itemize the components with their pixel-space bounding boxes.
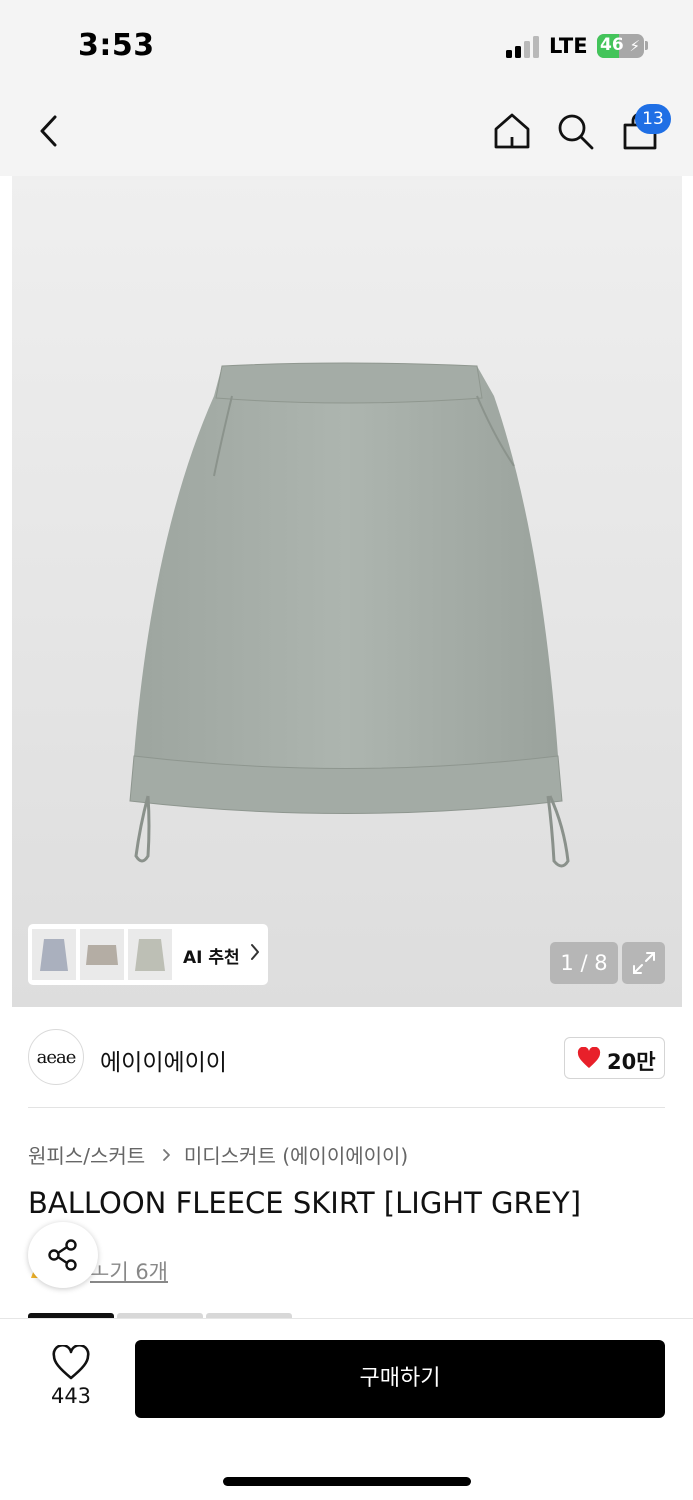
recommend-thumbnail[interactable]	[32, 929, 76, 980]
home-icon	[494, 113, 530, 149]
review-link[interactable]: ㅗ기 6개	[90, 1256, 168, 1286]
search-button[interactable]	[552, 108, 598, 154]
status-time: 3:53	[78, 28, 155, 63]
home-button[interactable]	[489, 108, 535, 154]
ai-recommend-panel[interactable]: AI 추천	[28, 924, 268, 985]
brand-like-button[interactable]: 20만	[564, 1037, 665, 1079]
product-image-carousel[interactable]: AI 추천 1 / 8	[12, 176, 682, 1007]
heart-filled-icon	[577, 1047, 601, 1068]
brand-logo[interactable]: aeae	[28, 1029, 84, 1085]
share-button[interactable]	[28, 1222, 98, 1288]
breadcrumb-item[interactable]: 원피스/스커트	[28, 1140, 145, 1169]
divider	[28, 1107, 665, 1108]
buy-button[interactable]: 구매하기	[135, 1340, 665, 1418]
home-indicator[interactable]	[223, 1477, 471, 1486]
chevron-left-icon	[40, 115, 57, 147]
back-button[interactable]	[26, 108, 72, 154]
chevron-right-icon	[251, 944, 259, 960]
wishlist-count: 443	[50, 1384, 92, 1408]
cart-count-badge: 13	[635, 104, 671, 134]
status-bar: 3:53 LTE 46 ⚡	[0, 0, 693, 90]
brand-like-count: 20만	[607, 1050, 656, 1074]
product-image	[129, 362, 570, 868]
brand-name[interactable]: 에이이에이이	[100, 1043, 227, 1077]
expand-icon	[632, 952, 655, 974]
network-type: LTE	[549, 34, 588, 58]
battery-nub	[645, 41, 648, 50]
battery-icon: 46 ⚡	[597, 34, 644, 58]
breadcrumb-item[interactable]: 미디스커트 (에이이에이이)	[184, 1140, 408, 1169]
heart-outline-icon	[52, 1343, 90, 1380]
recommend-thumbnail[interactable]	[80, 929, 124, 980]
share-icon	[48, 1239, 77, 1271]
ai-recommend-label: AI 추천	[183, 948, 240, 968]
recommend-thumbnail[interactable]	[128, 929, 172, 980]
search-icon	[558, 114, 594, 150]
image-page-indicator: 1 / 8	[550, 942, 618, 984]
expand-image-button[interactable]	[622, 942, 665, 984]
top-nav-bar	[0, 90, 693, 176]
breadcrumb: 원피스/스커트 미디스커트 (에이이에이이)	[28, 1140, 408, 1169]
wishlist-button[interactable]	[51, 1343, 91, 1385]
chevron-right-icon	[162, 1148, 170, 1161]
charging-bolt-icon: ⚡	[629, 37, 640, 55]
product-title: BALLOON FLEECE SKIRT [LIGHT GREY]	[28, 1186, 582, 1220]
signal-strength-icon	[506, 36, 544, 58]
